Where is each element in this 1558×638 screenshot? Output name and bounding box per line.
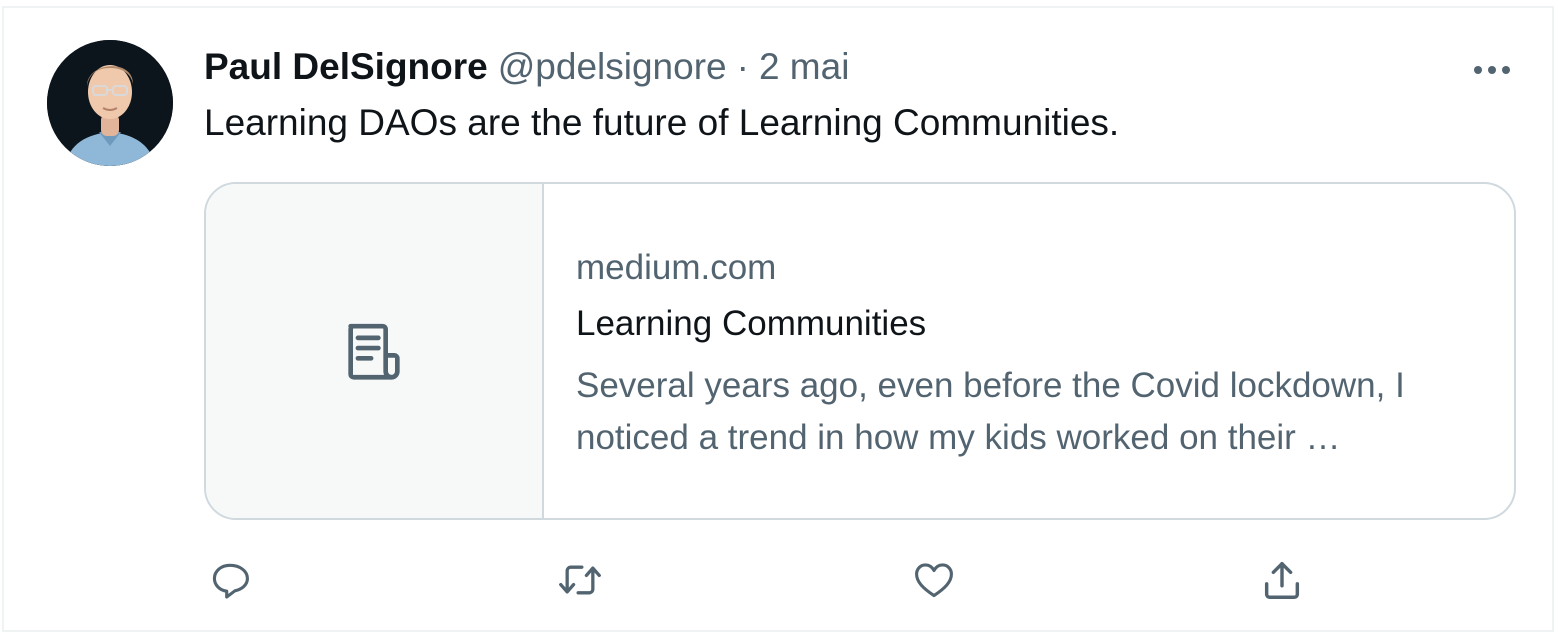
share-button[interactable] <box>1256 554 1308 606</box>
article-icon <box>348 323 400 380</box>
more-horizontal-icon <box>1474 66 1510 74</box>
tweet-actions <box>204 554 1344 606</box>
reply-icon <box>212 563 249 599</box>
link-card-description: Several years ago, even before the Covid… <box>576 366 1405 457</box>
retweet-icon <box>559 565 601 595</box>
author-name[interactable]: Paul DelSignore <box>204 42 488 92</box>
avatar[interactable] <box>47 40 173 166</box>
link-card-body: medium.com Learning Communities Several … <box>544 184 1514 518</box>
link-card-domain: medium.com <box>576 248 777 287</box>
reply-button[interactable] <box>204 554 256 606</box>
like-icon <box>915 563 953 598</box>
like-button[interactable] <box>908 554 960 606</box>
link-card-thumbnail <box>206 184 544 518</box>
share-icon <box>1264 561 1300 599</box>
tweet-header: Paul DelSignore @pdelsignore · 2 mai <box>204 42 849 92</box>
avatar-illustration <box>47 40 173 166</box>
author-handle[interactable]: @pdelsignore <box>498 42 727 92</box>
more-options-button[interactable] <box>1462 50 1522 90</box>
link-card[interactable]: medium.com Learning Communities Several … <box>204 182 1516 520</box>
tweet[interactable]: Paul DelSignore @pdelsignore · 2 mai Lea… <box>2 6 1554 632</box>
tweet-text: Learning DAOs are the future of Learning… <box>204 102 1120 143</box>
link-card-title: Learning Communities <box>576 304 927 343</box>
tweet-timestamp[interactable]: 2 mai <box>759 42 849 92</box>
header-separator: · <box>736 46 749 87</box>
retweet-button[interactable] <box>554 554 606 606</box>
